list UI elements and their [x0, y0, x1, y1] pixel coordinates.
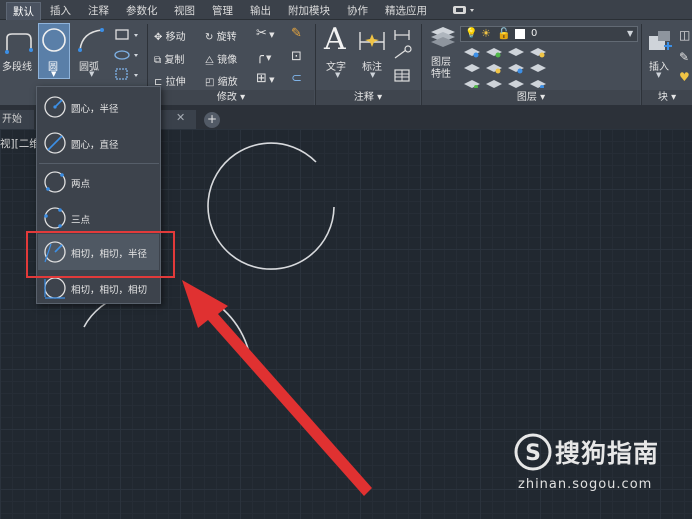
erase-icon[interactable]: ✎: [291, 26, 302, 41]
mirror-label: 镜像: [217, 55, 238, 66]
tab-insert[interactable]: 插入: [44, 2, 77, 20]
circle-center-diameter-icon: [44, 132, 66, 154]
stretch-label: 拉伸: [165, 77, 186, 88]
dimension-dropdown-arrow-icon: ▼: [370, 71, 376, 79]
menu-item-label: 圆心，直径: [71, 140, 119, 151]
explode-icon[interactable]: ⊡: [291, 49, 302, 64]
edit-block-icon[interactable]: ✎: [679, 50, 689, 64]
tab-annotate[interactable]: 注释: [82, 2, 115, 20]
arc-icon[interactable]: [76, 26, 106, 54]
tab-featured-apps[interactable]: 精选应用: [379, 2, 433, 20]
layer-dropdown-arrow-icon: ▼: [627, 29, 634, 38]
layer-properties-label-line1: 图层: [431, 57, 451, 68]
tab-default[interactable]: 默认: [6, 2, 41, 20]
current-layer-name: 0: [531, 28, 538, 39]
mirror-tool[interactable]: ⧋ 镜像: [205, 51, 237, 66]
close-icon[interactable]: ✕: [176, 111, 185, 124]
polyline-label: 多段线: [2, 62, 32, 73]
autocad-window: 默认 插入 注释 参数化 视图 管理 输出 附加模块 协作 精选应用 多段线 圆…: [0, 0, 692, 519]
scale-tool[interactable]: ◰ 缩放: [205, 73, 238, 88]
copy-icon: ⧉: [154, 55, 162, 66]
tab-view[interactable]: 视图: [168, 2, 201, 20]
scale-label: 缩放: [217, 77, 238, 88]
arc-dropdown-arrow-icon: ▼: [89, 70, 95, 78]
move-label: 移动: [165, 32, 186, 43]
menu-item-two-point[interactable]: 两点: [38, 164, 159, 200]
new-tab-plus-icon[interactable]: +: [204, 112, 220, 128]
svg-text:S: S: [525, 441, 541, 466]
rotate-icon: ↻: [205, 32, 214, 43]
offset-icon[interactable]: ⊂: [291, 71, 302, 86]
layers-panel-title[interactable]: 图层 ▾: [422, 90, 640, 105]
block-panel-title[interactable]: 块 ▾: [642, 90, 692, 105]
circle-dropdown-arrow-icon: ▼: [51, 70, 57, 78]
circle-2point-icon: [44, 171, 66, 193]
text-icon[interactable]: A: [324, 22, 346, 57]
copy-label: 复制: [164, 55, 185, 66]
watermark-brand: 搜狗指南: [555, 439, 660, 468]
lock-icon: 🔓: [497, 27, 511, 40]
tab-addins[interactable]: 附加模块: [282, 2, 336, 20]
draw-tools-column[interactable]: [112, 26, 142, 86]
trim-icon[interactable]: ✂ ▼: [256, 26, 275, 41]
copy-tool[interactable]: ⧉ 复制: [154, 51, 184, 66]
move-icon: ✥: [154, 32, 163, 43]
move-tool[interactable]: ✥ 移动: [154, 28, 186, 43]
menu-item-label: 两点: [71, 179, 91, 190]
circle-ttt-icon: [44, 277, 66, 299]
insert-dropdown-arrow-icon: ▼: [656, 71, 662, 79]
polyline-icon[interactable]: [4, 30, 34, 56]
circle-3point-icon: [44, 207, 66, 229]
array-icon[interactable]: ⊞ ▼: [256, 71, 275, 86]
rotate-tool[interactable]: ↻ 旋转: [205, 28, 237, 43]
tab-manage[interactable]: 管理: [206, 2, 239, 20]
tab-collaborate[interactable]: 协作: [341, 2, 374, 20]
menu-item-center-diameter[interactable]: 圆心，直径: [38, 125, 159, 161]
layer-properties-label-line2: 特性: [431, 69, 451, 80]
sun-icon: ☀: [481, 27, 491, 40]
create-block-icon[interactable]: ◫: [679, 28, 690, 42]
scale-icon: ◰: [205, 77, 215, 88]
circle-center-radius-icon: [44, 96, 66, 118]
watermark-url: zhinan.sogou.com: [518, 477, 653, 492]
rotate-label: 旋转: [216, 32, 237, 43]
viewport-control-label[interactable]: 视][二维: [0, 136, 40, 151]
menu-item-label: 相切，相切，相切: [71, 285, 148, 296]
sogou-logo-icon: S: [514, 433, 552, 471]
menu-item-center-radius[interactable]: 圆心，半径: [38, 89, 159, 125]
annotation-panel-title[interactable]: 注释 ▾: [316, 90, 420, 105]
start-tab[interactable]: 开始: [0, 110, 34, 129]
tab-parametric[interactable]: 参数化: [120, 2, 164, 20]
tab-output[interactable]: 输出: [244, 2, 277, 20]
annotation-highlight-box: [26, 231, 175, 278]
dimension-icon[interactable]: [357, 28, 387, 54]
menu-item-label: 圆心，半径: [71, 104, 119, 115]
modify-panel-title[interactable]: 修改 ▾: [148, 90, 314, 105]
menu-item-label: 三点: [71, 215, 91, 226]
layer-properties-icon[interactable]: [427, 24, 457, 52]
ribbon-tab-bar: 默认 插入 注释 参数化 视图 管理 输出 附加模块 协作 精选应用: [0, 0, 692, 20]
mirror-icon: ⧋: [205, 55, 214, 66]
layer-properties-label: 图层 特性: [431, 57, 451, 81]
layer-color-swatch: [515, 29, 525, 39]
layer-tools-grid[interactable]: [462, 46, 560, 88]
circle-icon: [42, 28, 66, 52]
layer-dropdown[interactable]: 💡 ☀ 🔓 0 ▼: [460, 26, 638, 42]
light-bulb-icon: 💡: [465, 28, 478, 39]
fillet-icon[interactable]: ╭ ▼: [256, 49, 271, 64]
text-dropdown-arrow-icon: ▼: [335, 71, 341, 79]
attribute-icon[interactable]: ♥: [679, 70, 690, 84]
annotation-tools-column[interactable]: [392, 26, 416, 86]
insert-block-icon[interactable]: [646, 28, 674, 54]
panel-toggle-icon[interactable]: [452, 4, 478, 16]
